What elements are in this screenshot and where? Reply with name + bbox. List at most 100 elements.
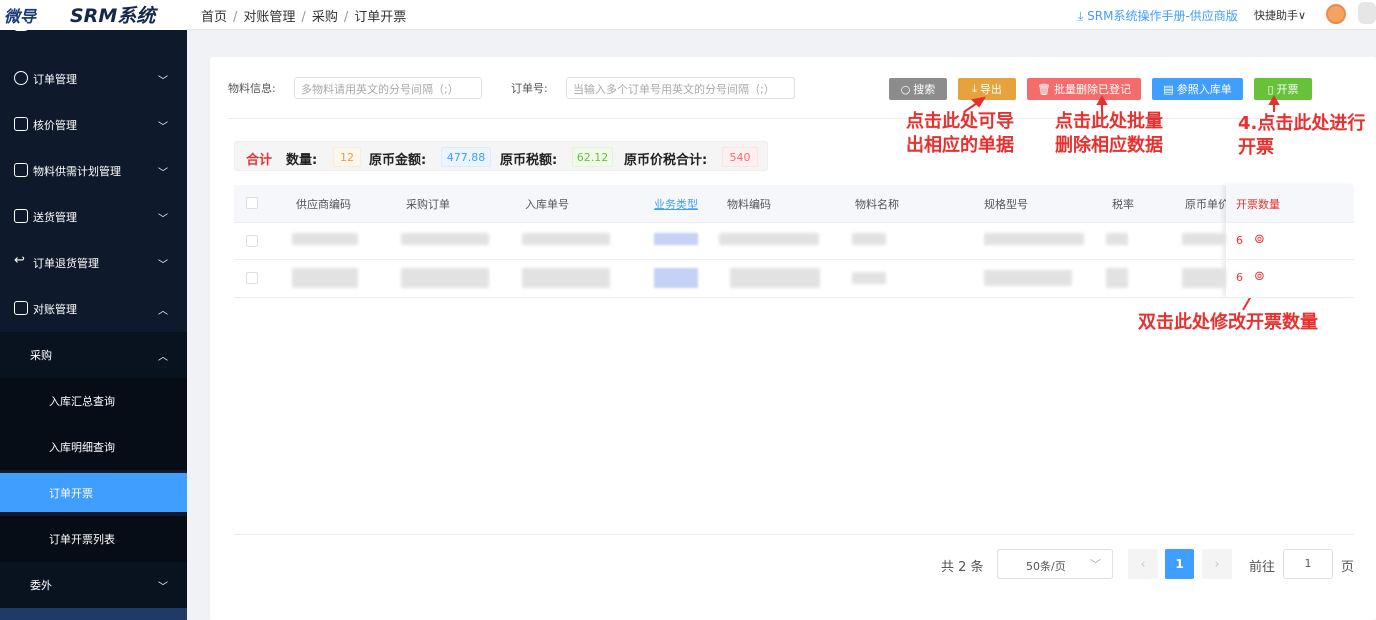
row-checkbox[interactable] xyxy=(246,272,258,284)
sidebar-item-home[interactable]: ﹀ xyxy=(0,30,187,34)
breadcrumb-separator: / xyxy=(301,10,306,25)
blurred-cell xyxy=(1106,268,1128,288)
sidebar-item-price-check[interactable]: 核价管理 ﹀ xyxy=(0,102,187,148)
blurred-cell xyxy=(1182,268,1226,288)
summary-total-label: 合计 xyxy=(246,153,273,168)
page-size-select[interactable]: 50条/页 ﹀ xyxy=(997,549,1113,579)
row-divider xyxy=(234,259,1354,260)
material-label: 物料信息: xyxy=(228,82,276,95)
breadcrumb-purchase[interactable]: 采购 xyxy=(312,10,338,25)
list-icon: ▤ xyxy=(1163,82,1174,96)
search-icon: ○ xyxy=(900,82,911,96)
click-icon: ⊚ xyxy=(1254,232,1265,247)
sidebar-item-returns[interactable]: ↩ 订单退货管理 ﹀ xyxy=(0,240,187,286)
document-icon xyxy=(14,301,28,315)
blurred-cell xyxy=(401,233,489,245)
column-header-invoice-qty[interactable]: 开票数量 xyxy=(1236,196,1280,212)
column-header[interactable]: 物料编码 xyxy=(727,196,771,212)
summary-qty-label: 数量: xyxy=(286,153,318,168)
select-all-checkbox[interactable] xyxy=(246,197,258,209)
chevron-right-icon: › xyxy=(1214,557,1220,571)
blurred-cell xyxy=(719,233,819,245)
annotation-export-line1: 点击此处可导 xyxy=(906,111,1014,132)
annotation-invoice-line2: 开票 xyxy=(1238,137,1274,158)
export-button[interactable]: ⤓ 导出 xyxy=(958,78,1016,100)
column-header[interactable]: 税率 xyxy=(1112,196,1134,212)
pagination-total: 共 2 条 xyxy=(941,560,984,575)
column-header[interactable]: 采购订单 xyxy=(406,196,450,212)
sidebar-item-label: 入库明细查询 xyxy=(49,441,115,454)
sidebar-item-order-management[interactable]: 订单管理 ﹀ xyxy=(0,56,187,102)
page-number-current[interactable]: 1 xyxy=(1165,549,1194,579)
summary-amount-label: 原币金额: xyxy=(369,153,427,168)
sidebar: ﹀ 订单管理 ﹀ 核价管理 ﹀ 物料供需计划管理 ﹀ 送货管理 ﹀ ↩ 订单退货… xyxy=(0,30,187,620)
page-size-value: 50条/页 xyxy=(1026,560,1066,573)
prev-page-button[interactable]: ‹ xyxy=(1128,549,1158,579)
reference-receipt-button[interactable]: ▤ 参照入库单 xyxy=(1152,78,1243,100)
column-header[interactable]: 供应商编码 xyxy=(296,196,351,212)
sidebar-item-reconciliation[interactable]: 对账管理 ︿ xyxy=(0,286,187,332)
page-suffix-label: 页 xyxy=(1341,560,1355,575)
search-button[interactable]: ○ 搜索 xyxy=(889,78,947,100)
annotation-export: 点击此处可导 出相应的单据 xyxy=(906,110,1014,158)
avatar[interactable] xyxy=(1326,4,1346,24)
table-bottom-divider xyxy=(234,534,1354,535)
chevron-down-icon: ∨ xyxy=(1298,9,1307,22)
column-header[interactable]: 入库单号 xyxy=(525,196,569,212)
blurred-cell xyxy=(852,272,886,284)
column-header[interactable]: 规格型号 xyxy=(984,196,1028,212)
invoice-button[interactable]: ▯ 开票 xyxy=(1254,78,1312,100)
sidebar-item-receipt-summary[interactable]: 入库汇总查询 xyxy=(0,378,187,424)
sidebar-item-purchase[interactable]: 采购 ︿ xyxy=(0,332,187,378)
material-input[interactable]: 多物料请用英文的分号间隔（;） xyxy=(294,77,482,99)
manual-link[interactable]: ⤓ SRM系统操作手册-供应商版 xyxy=(1078,7,1238,24)
blurred-cell xyxy=(401,268,489,288)
breadcrumb-current: 订单开票 xyxy=(354,10,407,25)
export-button-label: 导出 xyxy=(979,83,1002,96)
annotation-invoice: 4.点击此处进行 开票 xyxy=(1238,112,1365,160)
chevron-down-icon: ﹀ xyxy=(158,121,168,133)
breadcrumb-home[interactable]: 首页 xyxy=(201,10,227,25)
breadcrumb-reconciliation[interactable]: 对账管理 xyxy=(243,10,295,25)
goto-label: 前往 xyxy=(1249,560,1276,575)
sidebar-item-label: 入库汇总查询 xyxy=(49,395,115,408)
sidebar-item-delivery[interactable]: 送货管理 ﹀ xyxy=(0,194,187,240)
chart-icon xyxy=(14,163,28,177)
sidebar-item-label: 订单退货管理 xyxy=(33,257,99,270)
order-input[interactable]: 当输入多个订单号用英文的分号间隔（;） xyxy=(566,77,795,99)
sidebar-item-label: 核价管理 xyxy=(33,119,77,132)
column-header[interactable]: 原币单价 xyxy=(1185,196,1227,212)
annotation-delete-line2: 删除相应数据 xyxy=(1055,135,1163,156)
batch-delete-button[interactable]: 🗑 批量删除已登记 xyxy=(1027,78,1141,100)
sidebar-item-outsource[interactable]: 委外 ﹀ xyxy=(0,562,187,608)
invoice-qty-cell[interactable]: 6 xyxy=(1236,271,1243,284)
blurred-cell xyxy=(984,270,1072,286)
annotation-export-line2: 出相应的单据 xyxy=(906,135,1014,156)
chevron-down-icon: ﹀ xyxy=(158,259,168,271)
annotation-qty: 双击此处修改开票数量 xyxy=(1138,312,1318,333)
summary-tax-value: 62.12 xyxy=(572,147,613,167)
divider xyxy=(228,118,1354,119)
blurred-cell xyxy=(852,233,886,245)
sidebar-item-receipt-detail[interactable]: 入库明细查询 xyxy=(0,424,187,470)
sidebar-item-invoice-list[interactable]: 订单开票列表 xyxy=(0,516,187,562)
trash-icon: 🗑 xyxy=(1037,82,1051,96)
column-header[interactable]: 业务类型 xyxy=(654,196,698,212)
column-header[interactable]: 物料名称 xyxy=(855,196,899,212)
user-menu[interactable] xyxy=(1358,2,1376,24)
search-button-label: 搜索 xyxy=(913,83,936,96)
goto-page-input[interactable]: 1 xyxy=(1283,549,1333,579)
sidebar-scroll-edge xyxy=(0,608,187,620)
breadcrumb: 首页 / 对账管理 / 采购 / 订单开票 xyxy=(201,6,406,25)
sidebar-item-order-invoice[interactable]: 订单开票 xyxy=(0,473,187,512)
invoice-qty-cell[interactable]: 6 xyxy=(1236,234,1243,247)
annotation-delete: 点击此处批量 删除相应数据 xyxy=(1055,110,1163,158)
row-checkbox[interactable] xyxy=(246,235,258,247)
quick-help-dropdown[interactable]: 快捷助手∨ xyxy=(1254,7,1306,23)
sidebar-item-material-plan[interactable]: 物料供需计划管理 ﹀ xyxy=(0,148,187,194)
next-page-button[interactable]: › xyxy=(1202,549,1232,579)
sidebar-item-label: 采购 xyxy=(30,349,52,362)
sidebar-item-label: 送货管理 xyxy=(33,211,77,224)
blurred-cell xyxy=(522,268,610,288)
sidebar-item-label: 对账管理 xyxy=(33,303,77,316)
